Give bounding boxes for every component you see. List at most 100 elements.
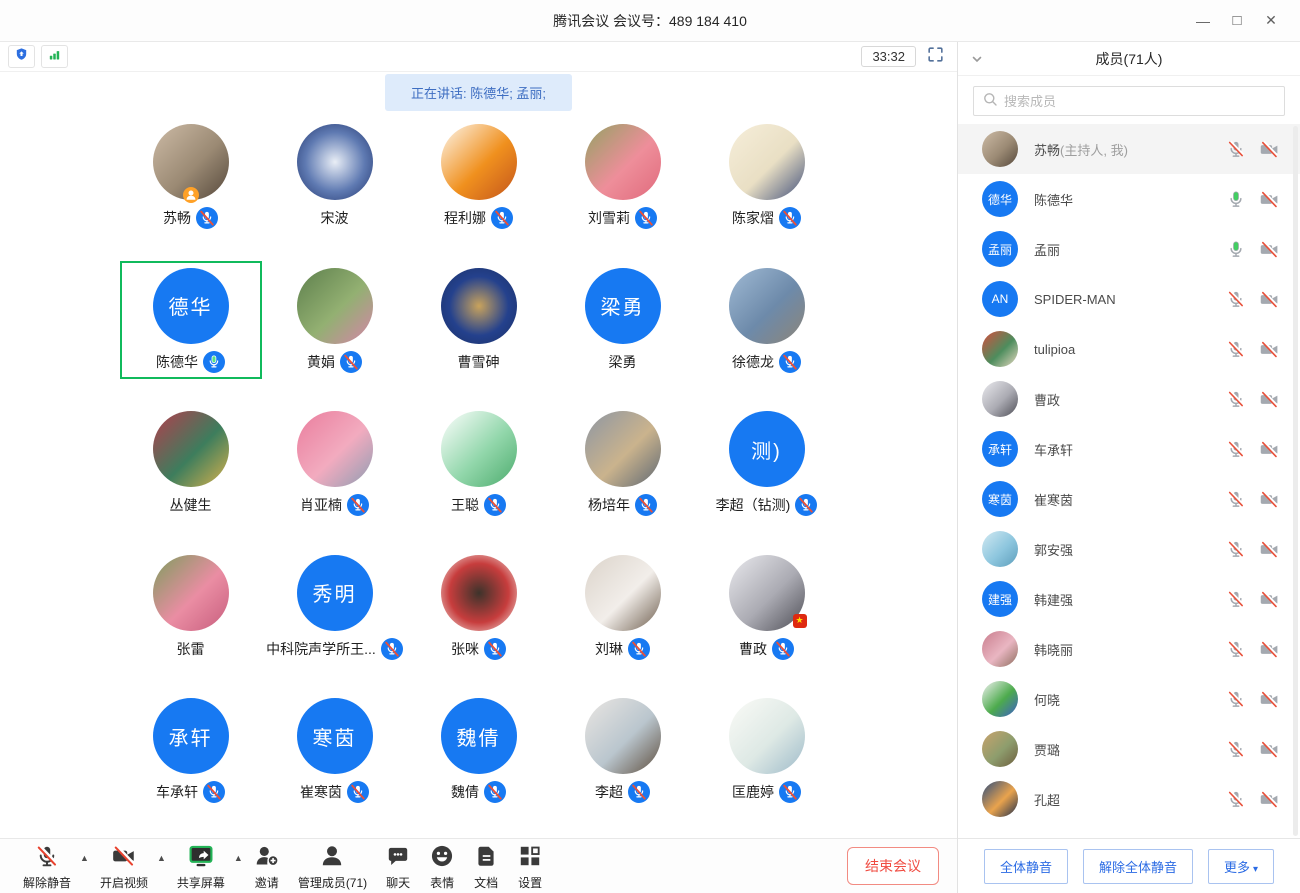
member-row[interactable]: 贾璐 <box>958 724 1300 774</box>
member-search-input[interactable] <box>1004 94 1275 109</box>
participant-tile[interactable]: 黄娟 <box>263 261 407 405</box>
camera-muted-icon[interactable] <box>1259 639 1280 660</box>
mic-muted-icon[interactable] <box>381 638 403 660</box>
mic-muted-icon[interactable] <box>1226 689 1246 709</box>
participant-tile[interactable]: ★ 曹政 <box>695 548 839 692</box>
mic-muted-icon[interactable] <box>347 494 369 516</box>
manage-members-button[interactable]: 管理成员(71) <box>298 843 367 889</box>
mic-muted-icon[interactable] <box>772 638 794 660</box>
camera-muted-icon[interactable] <box>1259 539 1280 560</box>
emoji-button[interactable]: 表情 <box>429 843 455 889</box>
participant-tile[interactable]: 陈家熠 <box>695 117 839 261</box>
participant-tile[interactable]: 寒茵 崔寒茵 <box>263 691 407 835</box>
participant-tile[interactable]: 肖亚楠 <box>263 404 407 548</box>
member-row[interactable]: 孟丽 孟丽 <box>958 224 1300 274</box>
expand-arrow-icon[interactable]: ▲ <box>157 853 166 863</box>
mic-muted-icon[interactable] <box>1226 289 1246 309</box>
mic-muted-icon[interactable] <box>779 207 801 229</box>
more-button[interactable]: 更多▾ <box>1208 849 1274 884</box>
share-screen-button[interactable]: 共享屏幕 <box>177 843 225 889</box>
mic-muted-icon[interactable] <box>203 781 225 803</box>
camera-muted-icon[interactable] <box>1259 389 1280 410</box>
mic-muted-icon[interactable] <box>1226 639 1246 659</box>
settings-button[interactable]: 设置 <box>517 843 543 889</box>
member-row[interactable]: 承轩 车承轩 <box>958 424 1300 474</box>
participant-tile[interactable]: 刘雪莉 <box>551 117 695 261</box>
mic-muted-icon[interactable] <box>1226 489 1246 509</box>
mic-muted-icon[interactable] <box>1226 439 1246 459</box>
participant-tile[interactable]: 王聪 <box>407 404 551 548</box>
minimize-button[interactable]: — <box>1186 0 1220 41</box>
member-row[interactable]: 寒茵 崔寒茵 <box>958 474 1300 524</box>
camera-muted-icon[interactable] <box>1259 239 1280 260</box>
member-row[interactable]: 何晓 <box>958 674 1300 724</box>
mic-muted-icon[interactable] <box>1226 139 1246 159</box>
docs-button[interactable]: 文档 <box>473 843 499 889</box>
camera-muted-icon[interactable] <box>1259 439 1280 460</box>
member-row[interactable]: AN SPIDER-MAN <box>958 274 1300 324</box>
participant-tile[interactable]: 魏倩 魏倩 <box>407 691 551 835</box>
mic-active-icon[interactable] <box>1226 189 1246 209</box>
participant-tile[interactable]: 程利娜 <box>407 117 551 261</box>
mic-muted-icon[interactable] <box>1226 339 1246 359</box>
camera-muted-icon[interactable] <box>1259 739 1280 760</box>
participant-tile[interactable]: 刘琳 <box>551 548 695 692</box>
unmute-button[interactable]: 解除静音 <box>23 843 71 889</box>
chat-button[interactable]: 聊天 <box>385 843 411 889</box>
maximize-button[interactable]: □ <box>1220 0 1254 41</box>
expand-arrow-icon[interactable]: ▲ <box>234 853 243 863</box>
expand-arrow-icon[interactable]: ▲ <box>80 853 89 863</box>
member-row[interactable]: 曹政 <box>958 374 1300 424</box>
camera-muted-icon[interactable] <box>1259 289 1280 310</box>
member-row[interactable]: 德华 陈德华 <box>958 174 1300 224</box>
mic-muted-icon[interactable] <box>635 207 657 229</box>
participant-tile[interactable]: 德华 陈德华 <box>119 261 263 405</box>
mic-muted-icon[interactable] <box>1226 539 1246 559</box>
participant-tile[interactable]: 曹雪砷 <box>407 261 551 405</box>
participant-tile[interactable]: 张咪 <box>407 548 551 692</box>
mic-active-icon[interactable] <box>1226 239 1246 259</box>
mic-muted-icon[interactable] <box>779 351 801 373</box>
mic-muted-icon[interactable] <box>484 638 506 660</box>
member-row[interactable]: 孔超 <box>958 774 1300 824</box>
mic-muted-icon[interactable] <box>347 781 369 803</box>
participant-tile[interactable]: 张雷 <box>119 548 263 692</box>
participant-tile[interactable]: 测) 李超（钻测) <box>695 404 839 548</box>
participant-tile[interactable]: 丛健生 <box>119 404 263 548</box>
participant-tile[interactable]: 匡鹿婷 <box>695 691 839 835</box>
camera-muted-icon[interactable] <box>1259 589 1280 610</box>
member-row[interactable]: 郭安强 <box>958 524 1300 574</box>
mic-muted-icon[interactable] <box>1226 739 1246 759</box>
mic-active-icon[interactable] <box>203 351 225 373</box>
mic-muted-icon[interactable] <box>196 207 218 229</box>
fullscreen-button[interactable] <box>922 45 949 68</box>
participant-tile[interactable]: 徐德龙 <box>695 261 839 405</box>
mic-muted-icon[interactable] <box>1226 589 1246 609</box>
meeting-security-button[interactable] <box>8 45 35 68</box>
camera-muted-icon[interactable] <box>1259 689 1280 710</box>
unmute-all-button[interactable]: 解除全体静音 <box>1083 849 1193 884</box>
end-meeting-button[interactable]: 结束会议 <box>847 847 939 885</box>
collapse-panel-button[interactable] <box>970 52 984 71</box>
invite-button[interactable]: 邀请 <box>254 843 280 889</box>
member-row[interactable]: tulipioa <box>958 324 1300 374</box>
mic-muted-icon[interactable] <box>779 781 801 803</box>
camera-muted-icon[interactable] <box>1259 189 1280 210</box>
mic-muted-icon[interactable] <box>1226 789 1246 809</box>
camera-muted-icon[interactable] <box>1259 339 1280 360</box>
mute-all-button[interactable]: 全体静音 <box>984 849 1068 884</box>
participant-tile[interactable]: 苏畅 <box>119 117 263 261</box>
network-quality-button[interactable] <box>41 45 68 68</box>
member-row[interactable]: 韩晓丽 <box>958 624 1300 674</box>
mic-muted-icon[interactable] <box>628 638 650 660</box>
participant-tile[interactable]: 杨培年 <box>551 404 695 548</box>
mic-muted-icon[interactable] <box>491 207 513 229</box>
participant-tile[interactable]: 承轩 车承轩 <box>119 691 263 835</box>
camera-muted-icon[interactable] <box>1259 139 1280 160</box>
participant-tile[interactable]: 秀明 中科院声学所王... <box>263 548 407 692</box>
mic-muted-icon[interactable] <box>795 494 817 516</box>
mic-muted-icon[interactable] <box>1226 389 1246 409</box>
participant-tile[interactable]: 梁勇 梁勇 <box>551 261 695 405</box>
camera-muted-icon[interactable] <box>1259 489 1280 510</box>
start-video-button[interactable]: 开启视频 <box>100 843 148 889</box>
